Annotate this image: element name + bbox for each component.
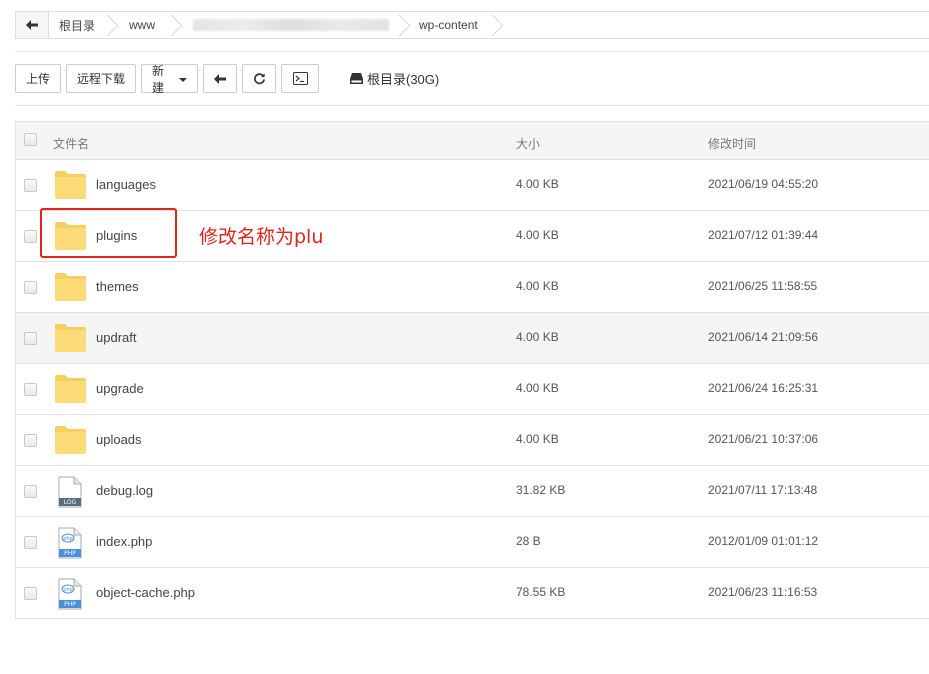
back-button[interactable] [203, 64, 237, 93]
table-row[interactable]: updraft 4.00 KB 2021/06/14 21:09:56 [16, 313, 929, 364]
disk-label: 根目录(30G) [367, 72, 440, 87]
file-name-link[interactable]: updraft [96, 330, 136, 345]
annotation-highlight-box [40, 208, 177, 258]
file-mtime: 2021/06/21 10:37:06 [708, 432, 819, 446]
table-row[interactable]: uploads 4.00 KB 2021/06/21 10:37:06 [16, 415, 929, 466]
file-name-link[interactable]: upgrade [96, 381, 144, 396]
file-name-link[interactable]: uploads [96, 432, 142, 447]
php-file-icon: php PHP [54, 578, 87, 610]
column-header-name[interactable]: 文件名 [53, 135, 89, 152]
table-header: 文件名 大小 修改时间 [16, 122, 929, 160]
row-checkbox[interactable] [24, 587, 37, 600]
php-file-icon: php PHP [54, 527, 87, 559]
terminal-icon [292, 72, 308, 85]
file-badge: PHP [64, 601, 76, 608]
file-badge: LOG [63, 499, 77, 506]
arrow-left-icon [26, 20, 38, 30]
new-dropdown-button[interactable]: 新建 [141, 63, 198, 95]
caret-down-icon [179, 77, 187, 82]
file-size: 4.00 KB [516, 432, 559, 446]
breadcrumb-back-button[interactable] [16, 12, 49, 38]
divider [15, 51, 929, 52]
row-checkbox[interactable] [24, 485, 37, 498]
table-row[interactable]: php PHP index.php 28 B 2012/01/09 01:01:12 [16, 517, 929, 568]
file-mtime: 2021/06/19 04:55:20 [708, 177, 819, 191]
row-checkbox[interactable] [24, 179, 37, 192]
file-size: 4.00 KB [516, 279, 559, 293]
table-row[interactable]: themes 4.00 KB 2021/06/25 11:58:55 [16, 262, 929, 313]
column-header-mtime[interactable]: 修改时间 [708, 135, 756, 152]
breadcrumb-label: wp-content [419, 18, 478, 32]
folder-icon [54, 323, 87, 353]
breadcrumb: 根目录 www wp-content [15, 11, 929, 39]
breadcrumb-item-www[interactable]: www [111, 12, 175, 38]
toolbar: 上传 远程下载 新建 根目录(30G) [15, 63, 439, 95]
file-size: 4.00 KB [516, 330, 559, 344]
file-mtime: 2021/07/11 17:13:48 [708, 483, 818, 497]
divider [15, 105, 929, 106]
file-table: 文件名 大小 修改时间 languages 4.00 KB 2021/06/19 0… [15, 121, 929, 619]
file-mtime: 2021/06/23 11:16:53 [708, 585, 818, 599]
table-row[interactable]: upgrade 4.00 KB 2021/06/24 16:25:31 [16, 364, 929, 415]
breadcrumb-label: www [129, 18, 156, 32]
table-row[interactable]: LOG debug.log 31.82 KB 2021/07/11 17:13:48 [16, 466, 929, 517]
folder-icon [54, 425, 87, 455]
row-checkbox[interactable] [24, 536, 37, 549]
row-checkbox[interactable] [24, 383, 37, 396]
breadcrumb-item-wp-content[interactable]: wp-content [403, 12, 496, 38]
breadcrumb-label: 根目录 [59, 18, 96, 33]
log-file-icon: LOG [54, 476, 87, 508]
folder-icon [54, 170, 87, 200]
file-name-link[interactable]: index.php [96, 534, 152, 549]
file-mtime: 2021/06/24 16:25:31 [708, 381, 819, 395]
row-checkbox[interactable] [24, 434, 37, 447]
svg-text:php: php [63, 536, 73, 542]
file-name-link[interactable]: languages [96, 177, 156, 192]
file-mtime: 2021/06/14 21:09:56 [708, 330, 819, 344]
redacted-path-blur [193, 19, 390, 31]
row-checkbox[interactable] [24, 281, 37, 294]
remote-download-button[interactable]: 远程下载 [66, 64, 136, 93]
folder-icon [54, 272, 87, 302]
file-badge: PHP [64, 550, 76, 557]
svg-text:php: php [63, 587, 73, 593]
column-header-size[interactable]: 大小 [516, 135, 540, 152]
terminal-button[interactable] [281, 64, 319, 93]
remote-download-label: 远程下载 [77, 72, 126, 86]
disk-icon [350, 73, 363, 84]
file-size: 4.00 KB [516, 381, 559, 395]
select-all-checkbox[interactable] [24, 132, 37, 146]
refresh-button[interactable] [242, 64, 276, 93]
file-size: 4.00 KB [516, 177, 559, 191]
file-name-link[interactable]: themes [96, 279, 139, 294]
file-size: 4.00 KB [516, 228, 559, 242]
disk-info: 根目录(30G) [350, 69, 439, 88]
row-checkbox[interactable] [24, 230, 37, 243]
annotation-text: 修改名称为plu [199, 226, 324, 248]
new-label: 新建 [152, 63, 165, 95]
file-mtime: 2021/06/25 11:58:55 [708, 279, 818, 293]
refresh-icon [253, 73, 265, 85]
upload-button[interactable]: 上传 [15, 64, 61, 93]
file-name-link[interactable]: object-cache.php [96, 585, 195, 600]
upload-label: 上传 [26, 72, 51, 86]
table-row[interactable]: languages 4.00 KB 2021/06/19 04:55:20 [16, 160, 929, 211]
table-row[interactable]: php PHP object-cache.php 78.55 KB 2021/06/23… [16, 568, 929, 619]
file-size: 31.82 KB [516, 483, 566, 497]
file-size: 28 B [516, 534, 541, 548]
breadcrumb-item-redacted[interactable] [175, 12, 403, 38]
breadcrumb-item-root[interactable]: 根目录 [49, 12, 111, 38]
arrow-left-icon [214, 73, 226, 84]
row-checkbox[interactable] [24, 332, 37, 345]
file-mtime: 2021/07/12 01:39:44 [708, 228, 819, 242]
file-name-link[interactable]: debug.log [96, 483, 153, 498]
folder-icon [54, 374, 87, 404]
file-mtime: 2012/01/09 01:01:12 [708, 534, 819, 548]
file-size: 78.55 KB [516, 585, 566, 599]
